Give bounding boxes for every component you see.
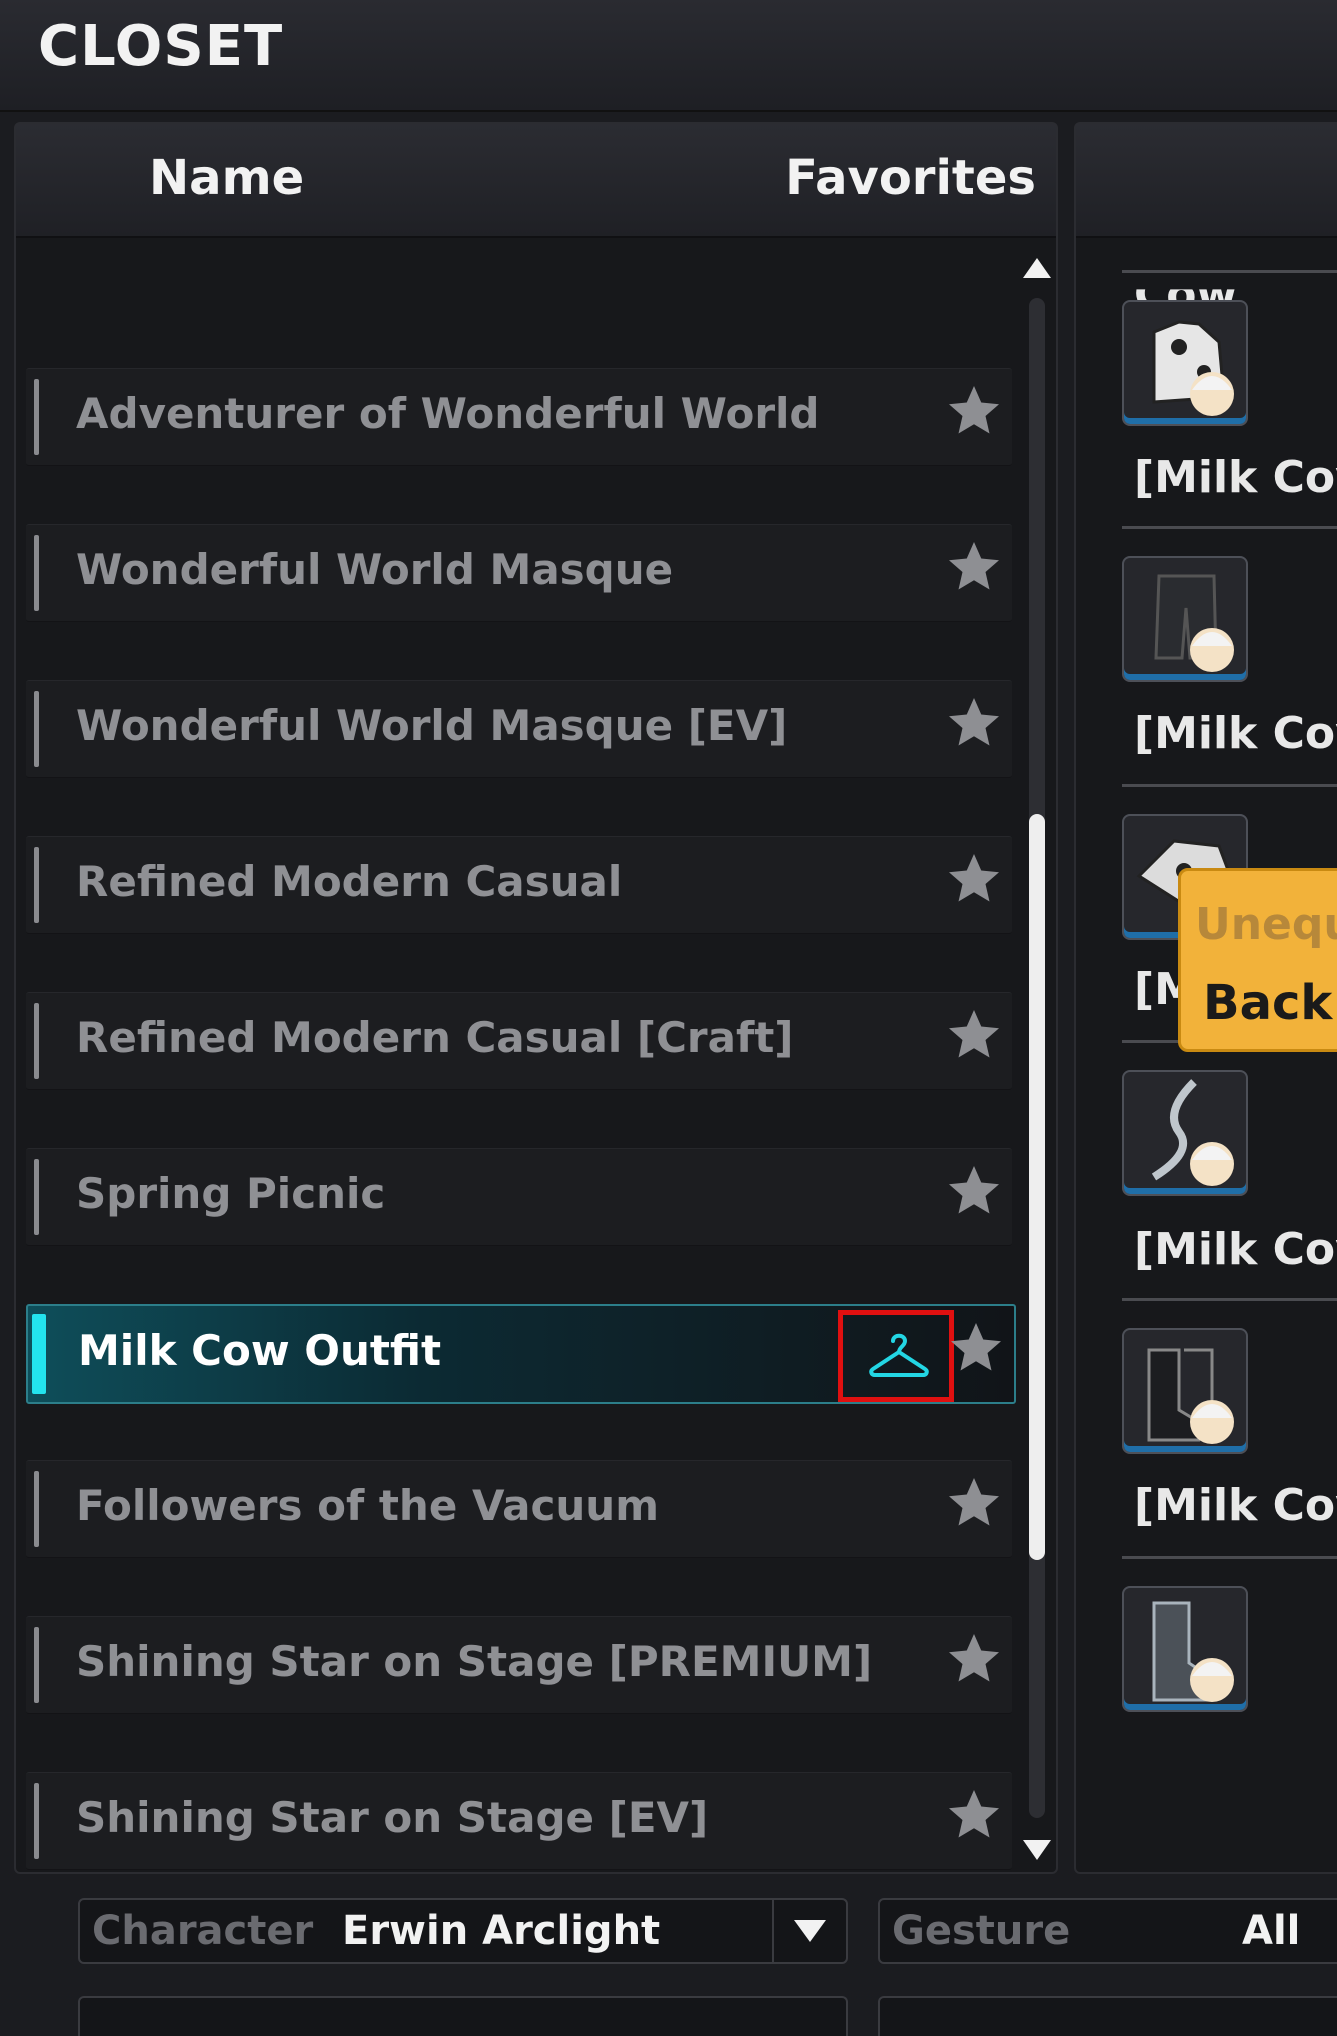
item-thumbnail[interactable] <box>1122 1586 1248 1712</box>
column-header-name[interactable]: Name <box>149 150 304 206</box>
list-item[interactable]: Shining Star on Stage [EV] <box>26 1772 1012 1870</box>
list-item-selected[interactable]: Milk Cow Outfit <box>26 1304 1016 1404</box>
chevron-down-icon <box>794 1920 826 1942</box>
list-item[interactable]: Refined Modern Casual [Craft] <box>26 992 1012 1090</box>
list-item[interactable]: Wonderful World Masque <box>26 524 1012 622</box>
star-icon[interactable] <box>944 537 1004 597</box>
socks-icon <box>1147 1348 1234 1444</box>
hanger-icon <box>869 1333 929 1377</box>
outfit-name: Shining Star on Stage [EV] <box>76 1793 709 1842</box>
item-name: [Milk Cov <box>1134 708 1337 759</box>
unequip-option[interactable]: Unequ <box>1195 899 1337 950</box>
scroll-thumb[interactable] <box>1029 814 1045 1560</box>
character-filter[interactable]: Character Erwin Arclight <box>78 1898 848 1964</box>
item-thumbnail[interactable] <box>1122 300 1248 426</box>
star-icon[interactable] <box>944 1785 1004 1845</box>
scroll-up-icon[interactable] <box>1021 254 1053 284</box>
row-marker <box>34 1003 39 1079</box>
outfit-name: Refined Modern Casual <box>76 857 623 906</box>
star-icon[interactable] <box>944 1005 1004 1065</box>
item-divider <box>1122 784 1337 787</box>
row-marker <box>34 1159 39 1235</box>
gesture-filter-value: All <box>1242 1908 1301 1954</box>
outfit-list: Adventurer of Wonderful World Wonderful … <box>16 236 1016 1872</box>
character-filter-label: Character <box>92 1908 314 1954</box>
row-marker <box>34 691 39 767</box>
item-context-tooltip[interactable]: Unequ Back ( <box>1178 868 1337 1052</box>
row-marker <box>34 1627 39 1703</box>
item-thumbnail[interactable] <box>1122 1328 1248 1454</box>
outfit-name: Adventurer of Wonderful World <box>76 389 820 438</box>
tail-icon <box>1151 1079 1234 1186</box>
outfit-name: Refined Modern Casual [Craft] <box>76 1013 794 1062</box>
character-filter-value: Erwin Arclight <box>342 1908 661 1954</box>
star-icon[interactable] <box>944 381 1004 441</box>
outfit-list-panel: Name Favorites Adventurer of Wonderful W… <box>14 122 1058 1874</box>
star-icon[interactable] <box>944 693 1004 753</box>
list-scrollbar[interactable] <box>1021 254 1053 1864</box>
outfit-name: Shining Star on Stage [PREMIUM] <box>76 1637 873 1686</box>
row-marker <box>34 1471 39 1547</box>
jacket-icon <box>1152 320 1234 416</box>
window-title: CLOSET <box>38 14 284 79</box>
character-dropdown-button[interactable] <box>772 1900 846 1962</box>
list-item[interactable]: Adventurer of Wonderful World <box>26 368 1012 466</box>
item-divider <box>1122 1556 1337 1559</box>
item-thumbnail[interactable] <box>1122 1070 1248 1196</box>
pants-icon <box>1154 574 1234 672</box>
row-marker <box>32 1314 46 1394</box>
list-item[interactable]: Spring Picnic <box>26 1148 1012 1246</box>
list-item[interactable]: Followers of the Vacuum <box>26 1460 1012 1558</box>
wear-button[interactable] <box>838 1310 954 1402</box>
outfit-name: Milk Cow Outfit <box>78 1326 442 1375</box>
gesture-filter-label: Gesture <box>892 1908 1071 1954</box>
star-icon[interactable] <box>946 1318 1006 1378</box>
star-icon[interactable] <box>944 1473 1004 1533</box>
scroll-down-icon[interactable] <box>1021 1834 1053 1864</box>
row-marker <box>34 847 39 923</box>
column-header-favorites[interactable]: Favorites <box>785 150 1036 206</box>
boots-icon <box>1152 1601 1234 1702</box>
row-marker <box>34 1783 39 1859</box>
outfit-name: Wonderful World Masque [EV] <box>76 701 788 750</box>
gesture-filter[interactable]: Gesture All <box>878 1898 1337 1964</box>
item-divider <box>1122 1298 1337 1301</box>
filter-row-partial[interactable] <box>878 1996 1337 2036</box>
row-marker <box>34 535 39 611</box>
item-name: [Milk Cov <box>1134 1224 1337 1275</box>
item-divider <box>1122 526 1337 529</box>
outfit-name: Wonderful World Masque <box>76 545 674 594</box>
star-icon[interactable] <box>944 1629 1004 1689</box>
row-marker <box>34 379 39 455</box>
item-thumbnail[interactable] <box>1122 556 1248 682</box>
outfit-name: Followers of the Vacuum <box>76 1481 659 1530</box>
list-item[interactable]: Shining Star on Stage [PREMIUM] <box>26 1616 1012 1714</box>
items-panel-header <box>1076 124 1337 238</box>
item-divider <box>1122 270 1337 273</box>
list-header: Name Favorites <box>16 124 1056 238</box>
title-bar: CLOSET <box>0 0 1337 112</box>
back-option[interactable]: Back ( <box>1203 975 1337 1031</box>
item-name: [Milk Cov <box>1134 1480 1337 1531</box>
list-item[interactable]: Wonderful World Masque [EV] <box>26 680 1012 778</box>
filter-row-partial[interactable] <box>78 1996 848 2036</box>
star-icon[interactable] <box>944 849 1004 909</box>
list-item[interactable]: Refined Modern Casual <box>26 836 1012 934</box>
item-name: [Milk Cov <box>1134 452 1337 503</box>
star-icon[interactable] <box>944 1161 1004 1221</box>
outfit-name: Spring Picnic <box>76 1169 386 1218</box>
